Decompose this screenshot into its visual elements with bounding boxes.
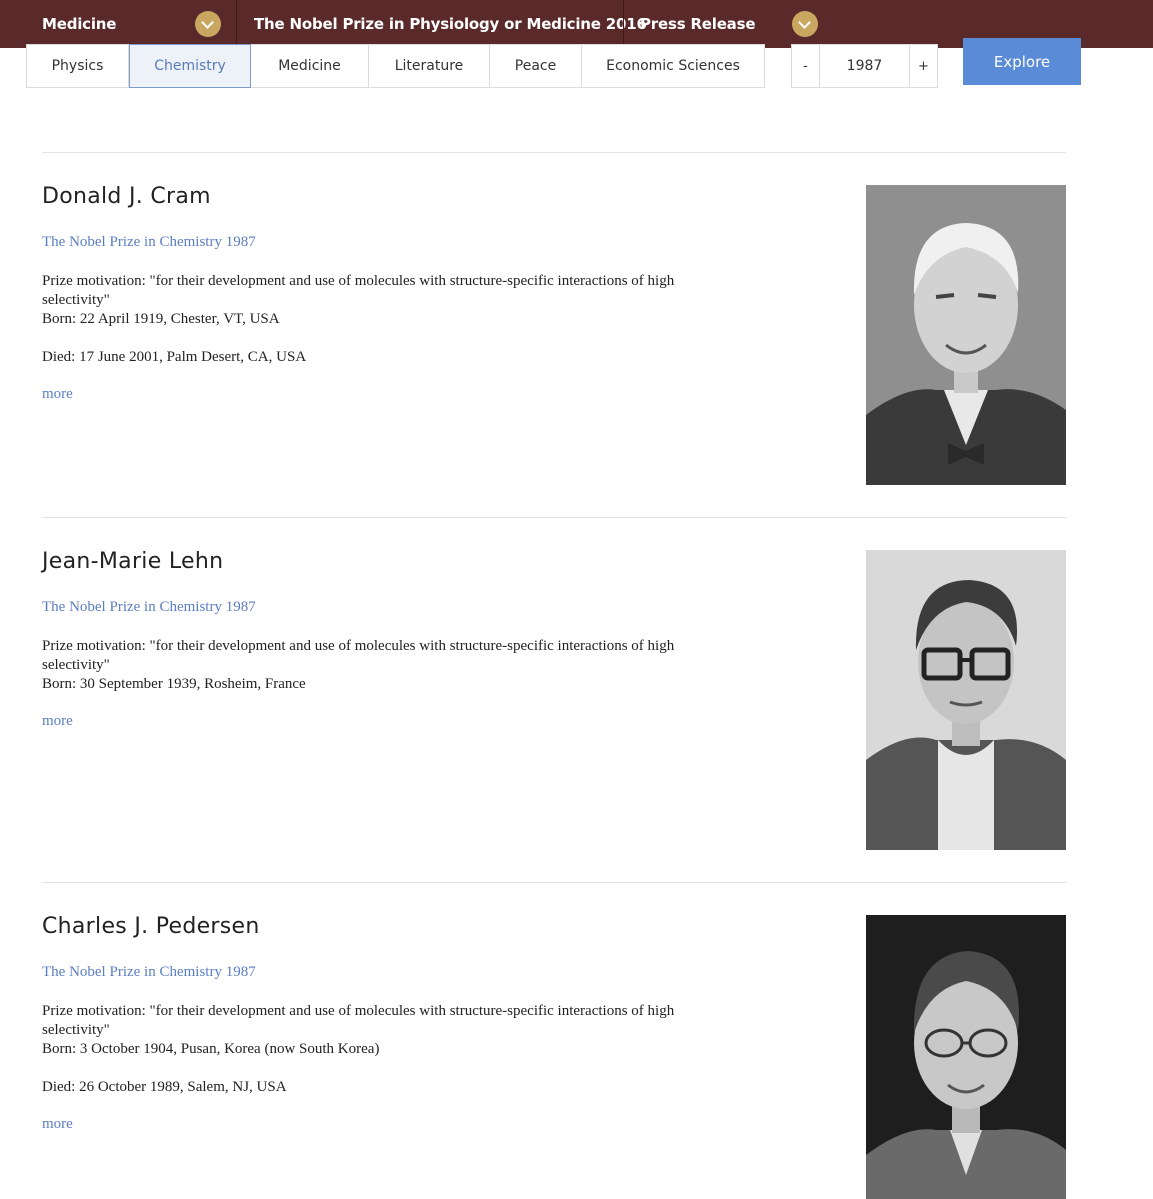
year-input[interactable]: 1987 [819,45,910,87]
tab-peace[interactable]: Peace [490,45,582,87]
laureate-name: Donald J. Cram [42,184,211,209]
prize-motivation: Prize motivation: "for their development… [42,638,675,673]
tab-chemistry[interactable]: Chemistry [129,44,251,88]
died-info: Died: 26 October 1989, Salem, NJ, USA [42,1079,287,1095]
laureate-portrait [866,550,1066,850]
prize-motivation: Prize motivation: "for their development… [42,1003,675,1038]
prize-motivation: Prize motivation: "for their development… [42,273,675,308]
tab-physics[interactable]: Physics [27,45,129,87]
more-link[interactable]: more [42,1116,73,1133]
born-info: Born: 22 April 1919, Chester, VT, USA [42,311,280,327]
press-release-dropdown-label[interactable]: Press Release [640,0,756,48]
section-divider [42,517,1066,518]
explore-button[interactable]: Explore [963,38,1081,85]
died-info: Died: 17 June 2001, Palm Desert, CA, USA [42,349,307,365]
laureate-name: Jean-Marie Lehn [42,549,224,574]
year-decrement-button[interactable]: - [792,45,819,87]
born-info: Born: 30 September 1939, Rosheim, France [42,676,306,692]
tab-economic-sciences[interactable]: Economic Sciences [582,45,764,87]
category-dropdown-label[interactable]: Medicine [42,0,116,48]
chevron-down-icon[interactable] [792,11,818,37]
year-increment-button[interactable]: + [910,45,937,87]
section-divider [42,882,1066,883]
category-tabs: Physics Chemistry Medicine Literature Pe… [26,44,765,88]
topbar-separator [236,0,237,48]
born-info: Born: 3 October 1904, Pusan, Korea (now … [42,1041,380,1057]
laureate-portrait [866,915,1066,1199]
more-link[interactable]: more [42,713,73,730]
laureate-portrait [866,185,1066,485]
tab-medicine[interactable]: Medicine [251,45,369,87]
prize-link[interactable]: The Nobel Prize in Chemistry 1987 [42,599,256,616]
year-stepper: - 1987 + [791,44,938,88]
article-title[interactable]: The Nobel Prize in Physiology or Medicin… [254,0,647,48]
prize-link[interactable]: The Nobel Prize in Chemistry 1987 [42,964,256,981]
tab-literature[interactable]: Literature [369,45,490,87]
more-link[interactable]: more [42,386,73,403]
prize-link[interactable]: The Nobel Prize in Chemistry 1987 [42,234,256,251]
topbar-separator [623,0,624,48]
chevron-down-icon[interactable] [195,11,221,37]
laureate-name: Charles J. Pedersen [42,914,260,939]
section-divider [42,152,1066,153]
